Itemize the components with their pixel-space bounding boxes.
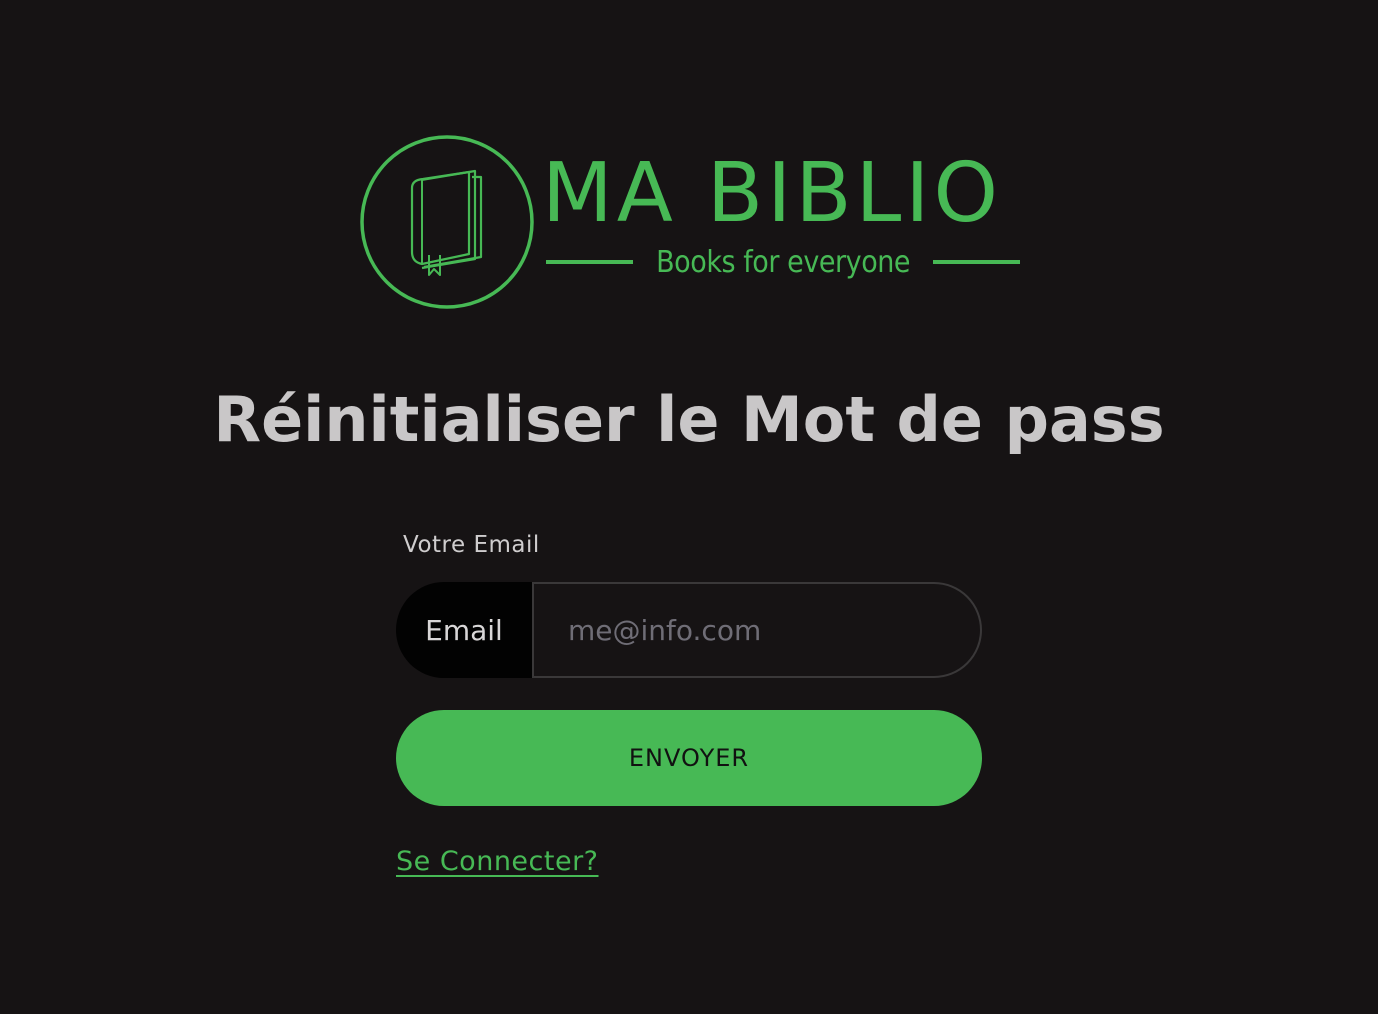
tagline-rule-left: [546, 260, 633, 264]
page-title: Réinitialiser le Mot de pass: [213, 383, 1165, 456]
email-field-label: Votre Email: [403, 532, 540, 558]
brand-tagline: Books for everyone: [546, 237, 1021, 287]
book-icon: [360, 135, 534, 309]
tagline-rule-right: [933, 260, 1021, 264]
email-input-group: Email: [396, 582, 982, 678]
brand-title: MA BIBLIO: [542, 146, 1003, 241]
brand-logo: MA BIBLIO Books for everyone: [358, 133, 1038, 313]
email-input-prefix: Email: [396, 582, 532, 678]
send-button[interactable]: ENVOYER: [396, 710, 982, 806]
email-input[interactable]: [532, 582, 982, 678]
tagline-text: Books for everyone: [656, 244, 910, 280]
login-link[interactable]: Se Connecter?: [396, 844, 599, 880]
